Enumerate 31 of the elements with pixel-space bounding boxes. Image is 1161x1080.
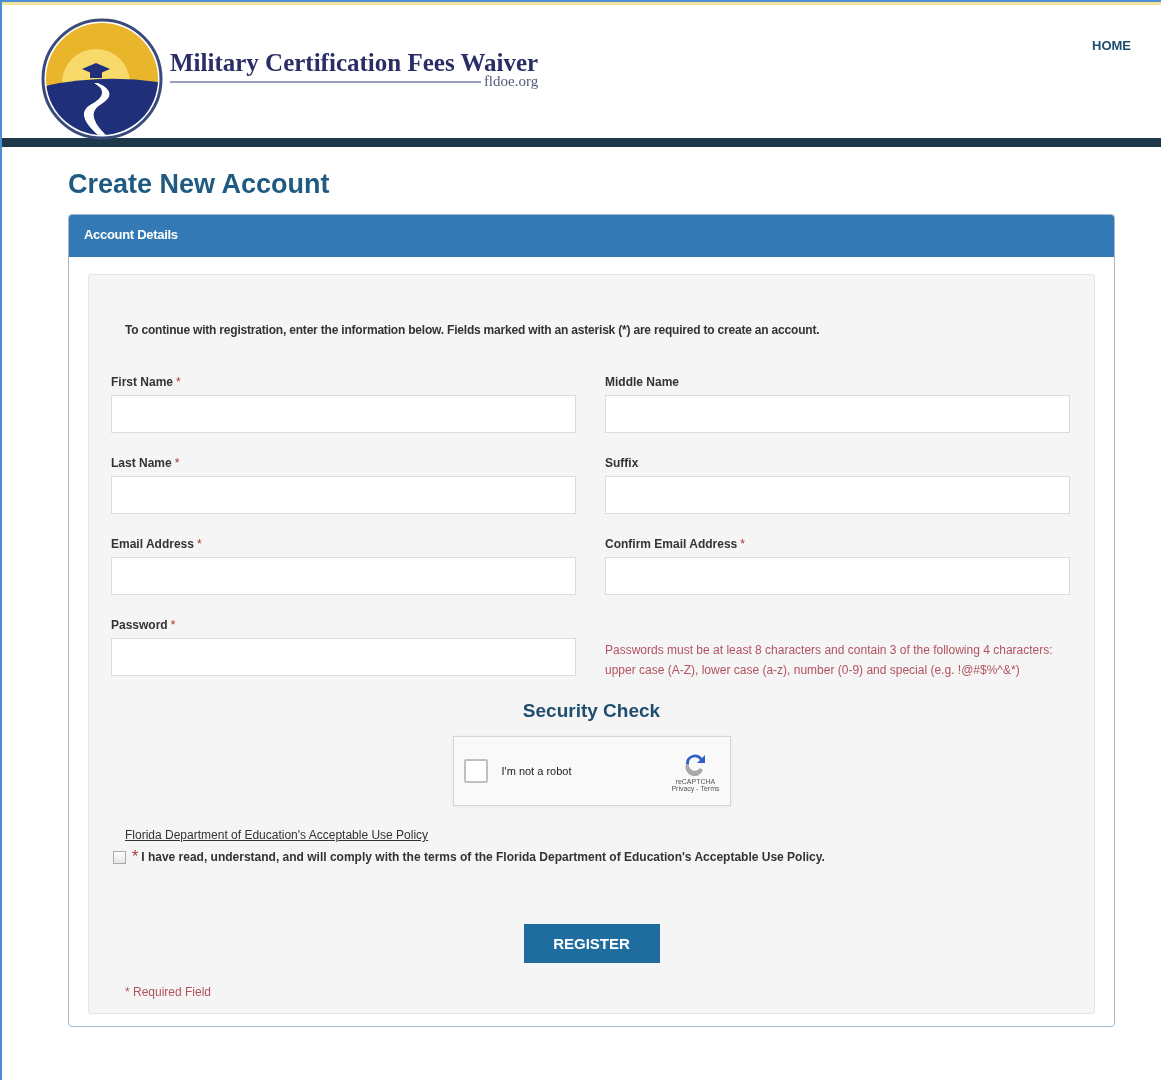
agree-checkbox[interactable]: [113, 850, 126, 864]
captcha-label: I'm not a robot: [501, 765, 572, 777]
policy-link[interactable]: Florida Department of Education's Acceptable Use Policy: [125, 828, 1072, 842]
page-title: Create New Account: [68, 169, 331, 200]
input-field[interactable]: [111, 638, 576, 676]
input-field[interactable]: [605, 395, 1070, 433]
field-label: Email Address *: [111, 537, 203, 553]
field-label: First Name *: [111, 375, 182, 391]
agreement-text: I have read, understand, and will comply with the terms of the Florida Department of Education's Acceptable Use Policy.: [141, 850, 825, 864]
input-field[interactable]: [111, 476, 576, 514]
field-label: Middle Name: [605, 375, 680, 391]
field-label: Password *: [111, 618, 177, 634]
panel-title: Account Details: [69, 215, 1114, 257]
password-hint: Passwords must be at least 8 characters and contain 3 of the following 4 characters: upper case (A-Z), lower case (a-z), number (0-9) and special (e.g. !@#$%^&*): [605, 642, 1054, 679]
logo-icon: [40, 17, 164, 141]
field-label: Last Name *: [111, 456, 181, 472]
field-label: Suffix: [605, 456, 640, 472]
input-field[interactable]: [111, 395, 576, 433]
required-mark: *: [132, 848, 139, 866]
required-note: * Required Field: [125, 985, 213, 999]
nav-link[interactable]: HOME: [1092, 38, 1131, 53]
captcha-checkbox[interactable]: [463, 759, 488, 783]
register-button[interactable]: REGISTER: [523, 924, 660, 963]
input-field[interactable]: [605, 476, 1070, 514]
intro-text: To continue with registration, enter the information below. Fields marked with an asterisk (*) are required to create an account.: [125, 323, 821, 337]
field-label: Confirm Email Address *: [605, 537, 746, 553]
input-field[interactable]: [111, 557, 576, 595]
site-subtitle: fldoe.org: [483, 73, 539, 90]
section-title: Security Check: [521, 700, 662, 722]
site-title: Military Certification Fees Waiver: [170, 49, 539, 76]
input-field[interactable]: [605, 557, 1070, 595]
